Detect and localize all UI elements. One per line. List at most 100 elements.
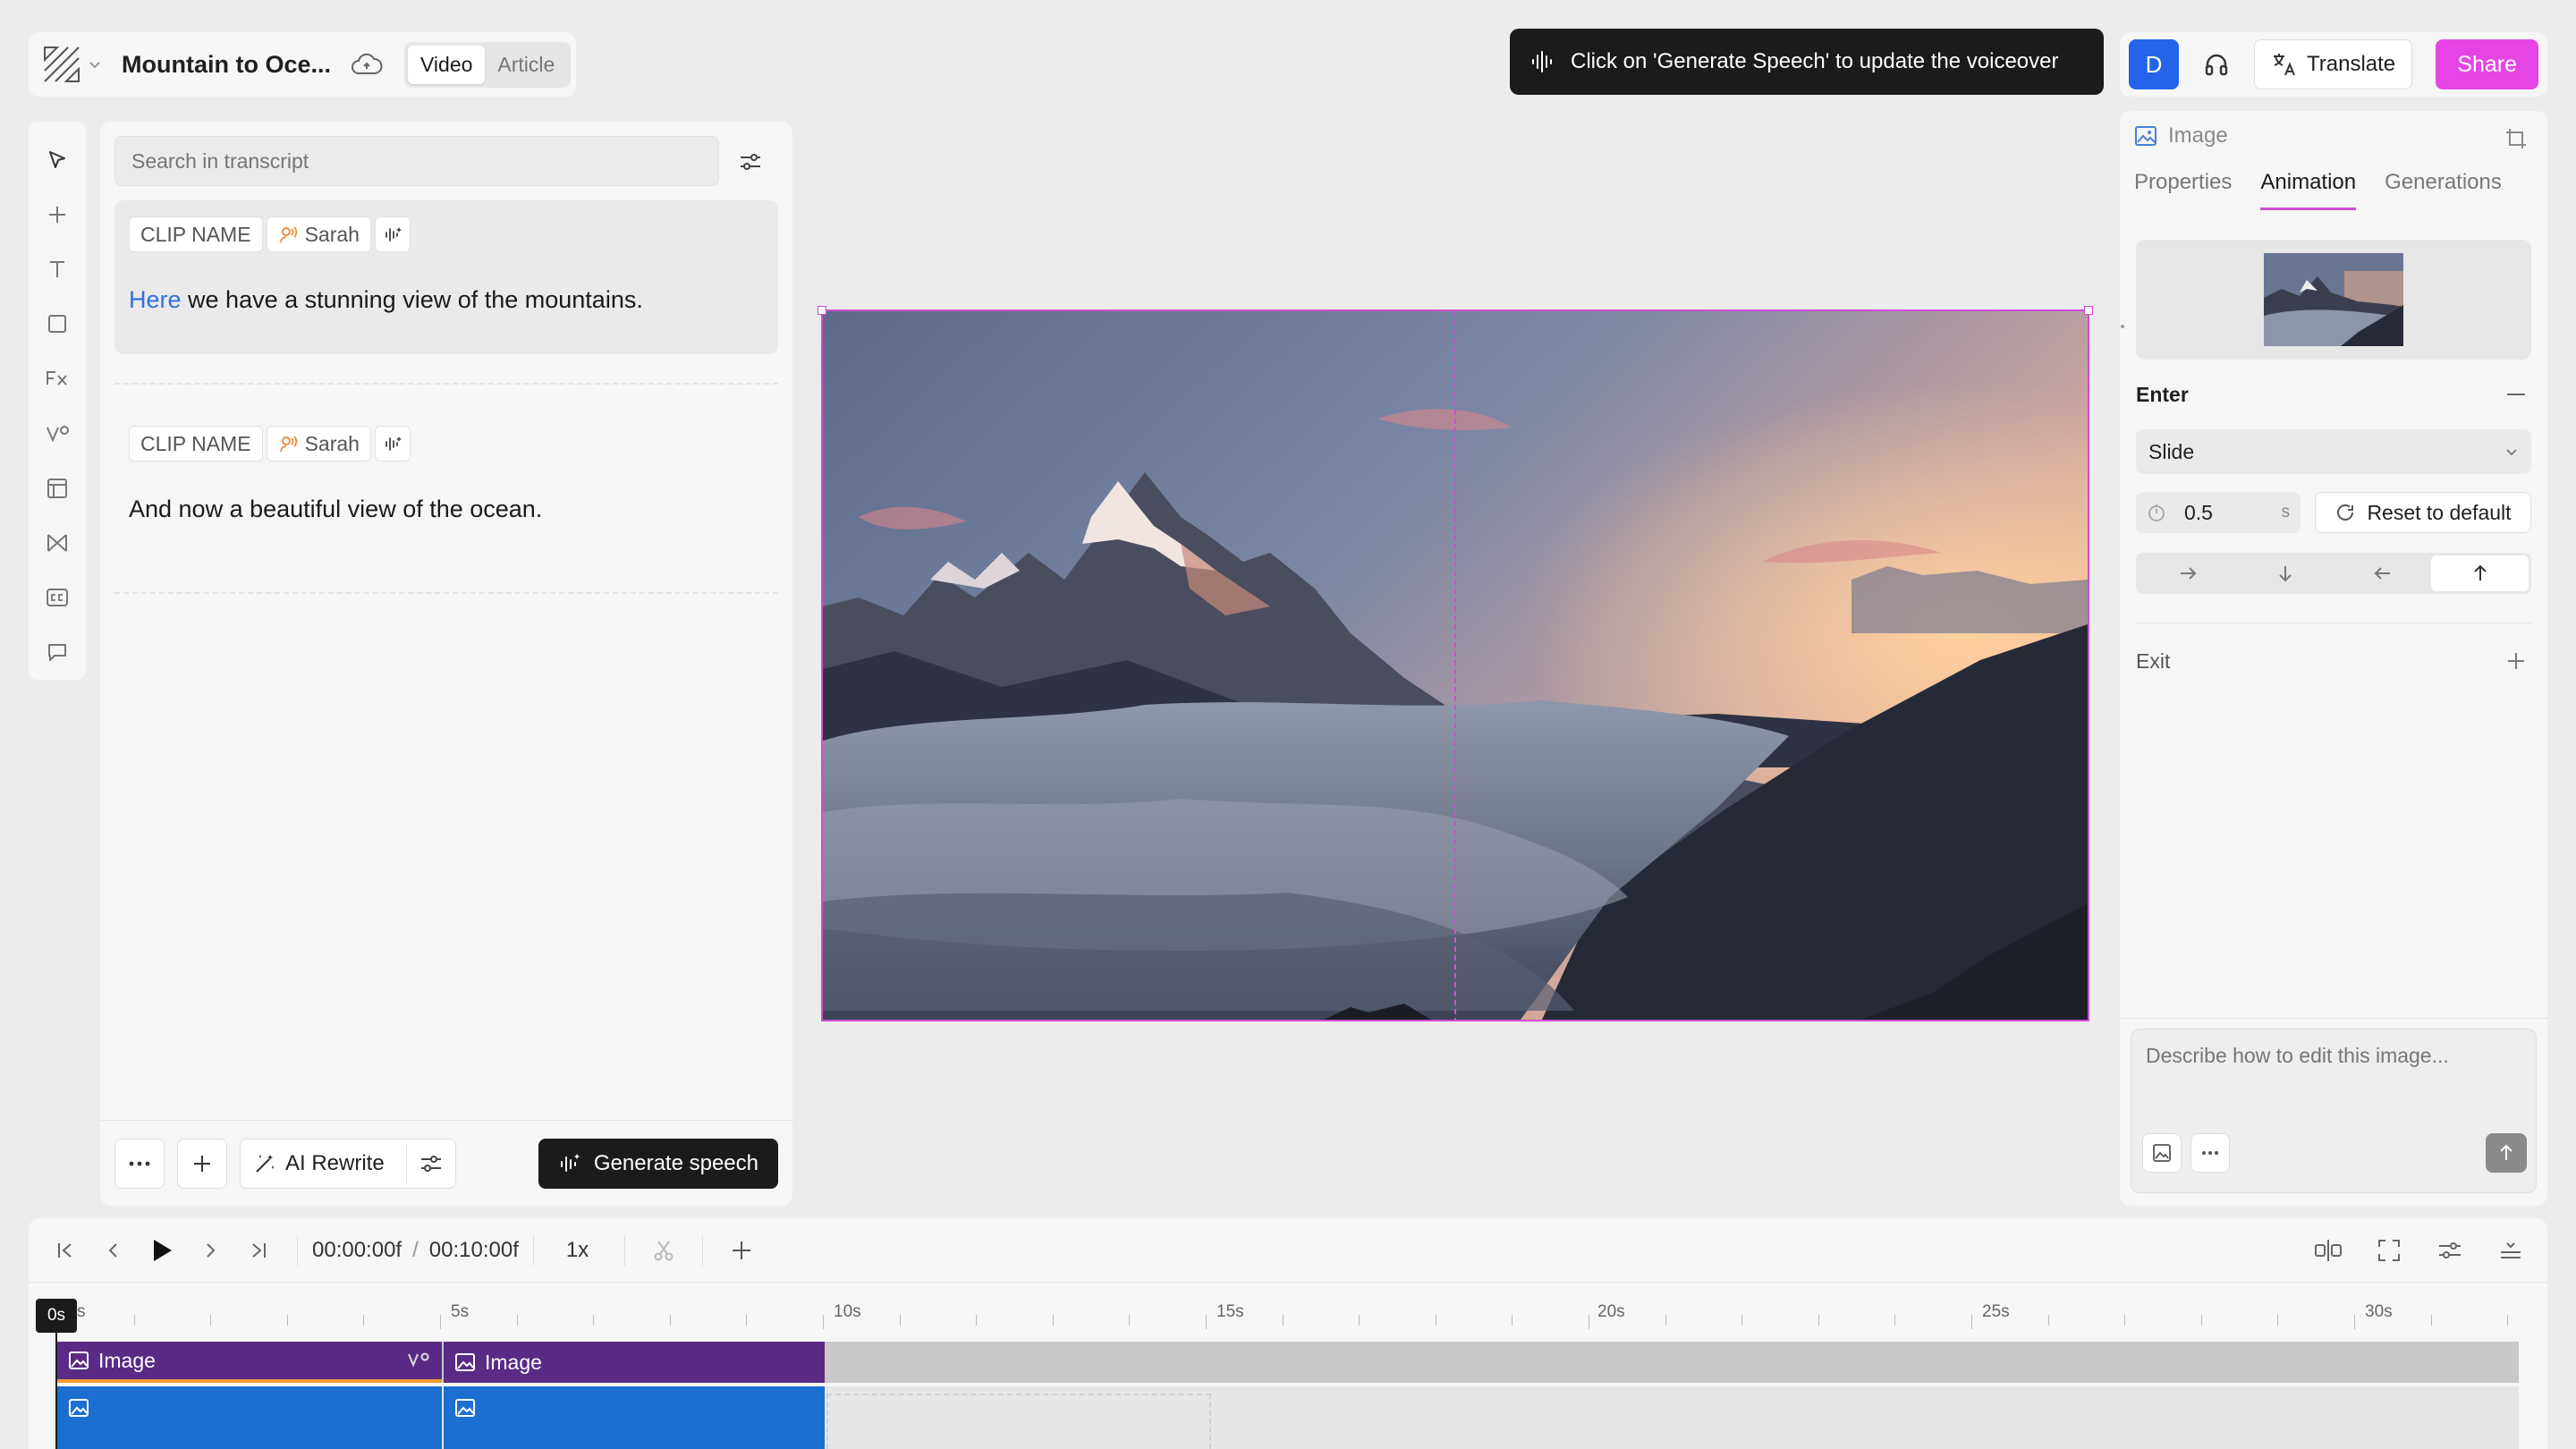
mode-video-tab[interactable]: Video <box>408 45 486 84</box>
clip-label: Image <box>98 1348 156 1372</box>
transition-icon[interactable] <box>406 1351 431 1370</box>
clip-name-chip[interactable]: CLIP NAME <box>129 216 263 252</box>
tab-properties[interactable]: Properties <box>2134 170 2232 210</box>
previous-frame-icon[interactable] <box>89 1226 138 1275</box>
speaker-chip[interactable]: Sarah <box>266 216 371 252</box>
ruler-tick <box>823 1315 824 1329</box>
media-track-clip[interactable] <box>57 1386 442 1449</box>
ruler-tick <box>899 1315 901 1326</box>
minus-icon[interactable] <box>2501 379 2531 410</box>
ruler-tick <box>1894 1315 1896 1326</box>
elements-icon[interactable] <box>36 515 79 570</box>
tab-animation[interactable]: Animation <box>2260 170 2357 210</box>
prompt-more-button[interactable] <box>2190 1133 2230 1173</box>
collapse-timeline-icon[interactable] <box>2487 1226 2535 1275</box>
ruler-tick <box>516 1315 518 1326</box>
timeline-ruler[interactable]: s 5s 10s 15s 20s 25s 30s <box>29 1283 2547 1329</box>
cloud-sync-icon[interactable] <box>351 52 383 77</box>
plus-icon[interactable] <box>717 1226 766 1275</box>
arrow-up-icon[interactable] <box>2431 555 2529 591</box>
collapse-handle-icon[interactable] <box>2118 322 2127 331</box>
playhead[interactable]: 0s <box>36 1299 77 1333</box>
timeline-clip[interactable]: Image <box>444 1342 825 1383</box>
sliders-icon[interactable] <box>405 1145 443 1182</box>
add-clip-button[interactable] <box>177 1138 227 1189</box>
timeline-clip[interactable]: Image <box>57 1342 442 1383</box>
plus-icon[interactable] <box>36 187 79 242</box>
chevron-down-icon[interactable] <box>88 57 102 72</box>
next-frame-icon[interactable] <box>186 1226 234 1275</box>
comment-icon[interactable] <box>36 625 79 680</box>
edit-prompt-box[interactable] <box>2131 1029 2537 1193</box>
transition-icon[interactable] <box>36 406 79 461</box>
headphones-icon[interactable] <box>2191 39 2241 89</box>
voiceover-toast: Click on 'Generate Speech' to update the… <box>1510 29 2104 95</box>
filter-sliders-icon[interactable] <box>730 141 771 182</box>
voice-settings-chip[interactable] <box>374 216 411 252</box>
resize-handle-top-left[interactable] <box>818 306 826 315</box>
translate-button[interactable]: Translate <box>2254 39 2413 89</box>
logo-icon[interactable] <box>41 44 82 85</box>
arrow-right-icon[interactable] <box>2139 555 2236 591</box>
playback-speed[interactable]: 1x <box>566 1238 589 1263</box>
mode-article-tab[interactable]: Article <box>485 46 567 84</box>
enter-animation-select[interactable]: Slide <box>2136 429 2531 474</box>
reset-default-button[interactable]: Reset to default <box>2315 492 2531 533</box>
layout-icon[interactable] <box>36 461 79 515</box>
voice-settings-chip[interactable] <box>374 426 411 462</box>
clip-text[interactable]: And now a beautiful view of the ocean. <box>129 496 542 523</box>
tab-generations[interactable]: Generations <box>2385 170 2502 210</box>
current-time[interactable]: 00:00:00f <box>312 1238 402 1263</box>
shape-icon[interactable] <box>36 297 79 352</box>
text-icon[interactable] <box>36 242 79 296</box>
arrow-down-icon[interactable] <box>2236 555 2334 591</box>
clip-text[interactable]: Here we have a stunning view of the moun… <box>129 286 643 314</box>
ruler-tick <box>2277 1315 2279 1326</box>
generate-speech-button[interactable]: Generate speech <box>538 1138 778 1189</box>
resize-handle-top-right[interactable] <box>2084 306 2093 315</box>
ruler-tick <box>2507 1315 2509 1326</box>
play-icon[interactable] <box>138 1226 186 1275</box>
timeline-settings-icon[interactable] <box>2426 1226 2474 1275</box>
transcript-search-input[interactable] <box>114 136 719 186</box>
cursor-icon[interactable] <box>36 132 79 187</box>
project-title[interactable]: Mountain to Oce... <box>122 51 331 79</box>
attach-image-button[interactable] <box>2142 1133 2182 1173</box>
speaker-voice-icon <box>278 434 298 453</box>
ruler-label: 10s <box>834 1302 861 1321</box>
image-thumbnail[interactable] <box>2264 253 2403 346</box>
split-view-icon[interactable] <box>2304 1226 2352 1275</box>
waveform-sparkle-icon <box>558 1152 581 1175</box>
effects-icon[interactable] <box>36 352 79 406</box>
ai-rewrite-button[interactable]: AI Rewrite <box>240 1138 456 1189</box>
captions-icon[interactable] <box>36 571 79 625</box>
transcript-clip[interactable]: CLIP NAME Sarah And now a beautiful view… <box>114 410 778 564</box>
duration-input[interactable]: 0.5 s <box>2136 492 2301 533</box>
avatar[interactable]: D <box>2129 39 2179 89</box>
clip-name-chip[interactable]: CLIP NAME <box>129 426 263 462</box>
speaker-chip[interactable]: Sarah <box>266 426 371 462</box>
arrow-left-icon[interactable] <box>2334 555 2431 591</box>
preview-canvas[interactable] <box>821 309 2089 1021</box>
fullscreen-icon[interactable] <box>2365 1226 2413 1275</box>
crop-icon[interactable] <box>2499 122 2533 156</box>
timeline-panel: 00:00:00f / 00:10:00f 1x s 5s 10s 15s 20… <box>29 1218 2547 1449</box>
ruler-tick <box>133 1315 135 1326</box>
empty-drop-zone[interactable] <box>826 1394 1211 1449</box>
enter-section-label: Enter <box>2136 383 2189 406</box>
send-prompt-button[interactable] <box>2486 1133 2527 1173</box>
edit-prompt-input[interactable] <box>2146 1044 2521 1115</box>
skip-to-end-icon[interactable] <box>234 1226 283 1275</box>
mountain-landscape-image[interactable] <box>823 311 2088 1020</box>
skip-to-start-icon[interactable] <box>41 1226 89 1275</box>
ruler-tick <box>1206 1315 1207 1329</box>
ruler-tick <box>1741 1315 1743 1326</box>
plus-icon[interactable] <box>2501 646 2531 676</box>
clip-divider <box>114 383 778 385</box>
section-divider <box>2120 1018 2547 1019</box>
share-button[interactable]: Share <box>2436 39 2538 89</box>
more-button[interactable] <box>114 1138 165 1189</box>
scissors-icon[interactable] <box>640 1226 688 1275</box>
media-track-clip[interactable] <box>444 1386 825 1449</box>
transcript-clip[interactable]: CLIP NAME Sarah Here we have a stunning … <box>114 200 778 354</box>
